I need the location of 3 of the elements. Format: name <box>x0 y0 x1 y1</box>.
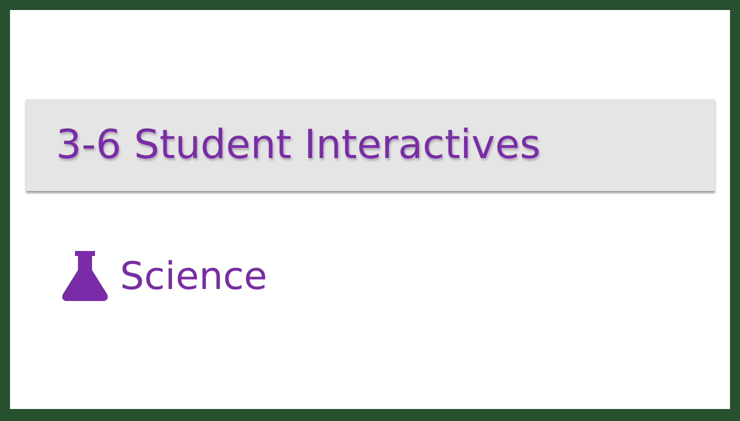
flask-icon <box>62 251 108 301</box>
science-link[interactable]: Science <box>62 251 715 301</box>
page-title: 3-6 Student Interactives <box>56 122 541 168</box>
